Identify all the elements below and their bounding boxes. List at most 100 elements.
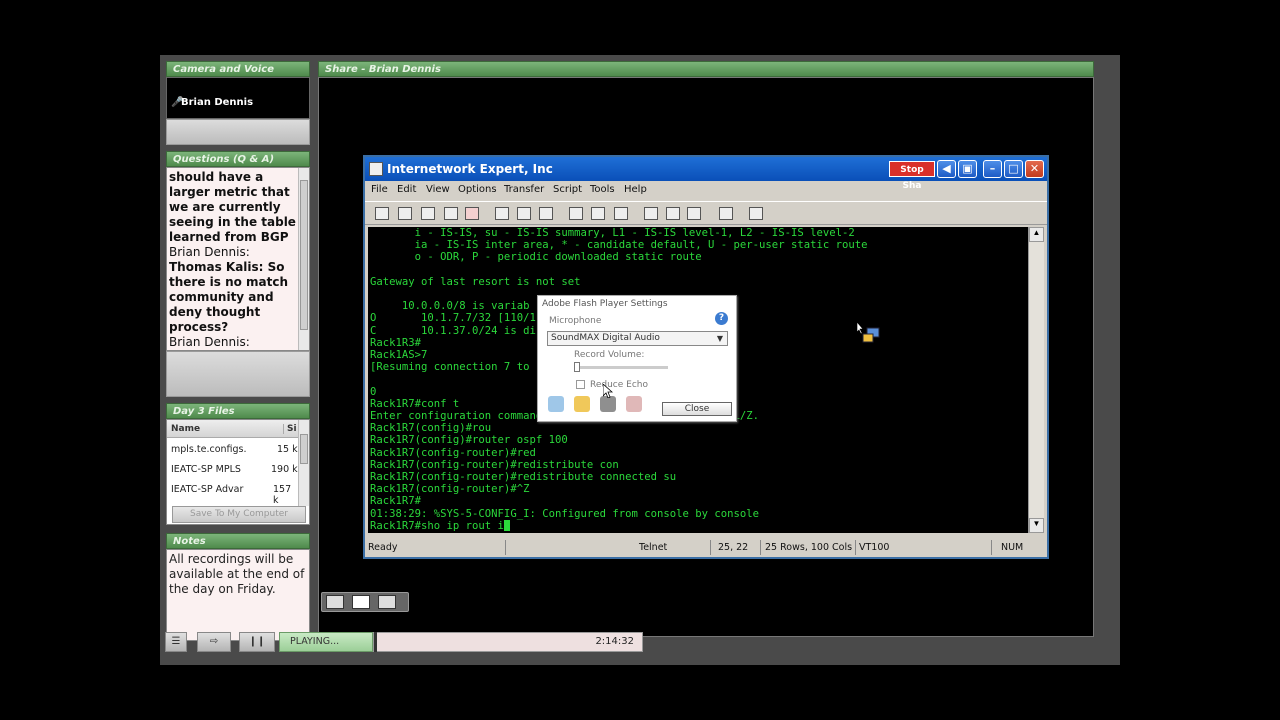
file-size: 190 k bbox=[271, 464, 298, 475]
privacy-tab-icon[interactable] bbox=[548, 396, 564, 412]
print-icon[interactable] bbox=[614, 207, 628, 220]
mouse-cursor-icon bbox=[603, 384, 613, 398]
view-split-icon[interactable] bbox=[378, 595, 396, 609]
copy-icon[interactable] bbox=[495, 207, 509, 220]
scroll-down-icon[interactable]: ▼ bbox=[1029, 518, 1044, 533]
settings-icon[interactable] bbox=[644, 207, 658, 220]
help-icon[interactable] bbox=[719, 207, 733, 220]
flash-dialog-title: Adobe Flash Player Settings bbox=[542, 299, 668, 309]
reduce-echo-label: Reduce Echo bbox=[590, 380, 648, 390]
playback-export-icon[interactable]: ⇨ bbox=[197, 632, 231, 652]
notes-text: All recordings will be available at the … bbox=[169, 552, 305, 596]
qa-line: process? bbox=[169, 320, 229, 334]
map-icon[interactable] bbox=[749, 207, 763, 220]
files-scrollbar[interactable] bbox=[298, 420, 309, 506]
files-col-size[interactable]: Si bbox=[283, 424, 297, 434]
minimize-button[interactable]: – bbox=[983, 160, 1002, 178]
qa-line: deny thought bbox=[169, 305, 261, 319]
terminal-cursor bbox=[503, 519, 510, 531]
reduce-echo-checkbox[interactable] bbox=[576, 380, 585, 389]
menu-tools[interactable]: Tools bbox=[590, 184, 615, 195]
microphone-select-value: SoundMAX Digital Audio bbox=[551, 333, 660, 343]
menu-options[interactable]: Options bbox=[458, 184, 497, 195]
record-volume-knob[interactable] bbox=[574, 362, 580, 372]
playback-menu-icon[interactable]: ☰ bbox=[165, 632, 187, 652]
playback-scrubber[interactable]: 2:14:32 bbox=[373, 632, 643, 652]
menu-bar: File Edit View Options Transfer Script T… bbox=[365, 181, 1047, 199]
menu-edit[interactable]: Edit bbox=[397, 184, 416, 195]
qa-line: seeing in the table bbox=[169, 215, 296, 229]
files-scroll-thumb[interactable] bbox=[300, 434, 308, 464]
menu-script[interactable]: Script bbox=[553, 184, 582, 195]
file-row[interactable]: IEATC-SP Advar 157 k bbox=[167, 484, 299, 506]
menu-view[interactable]: View bbox=[426, 184, 450, 195]
microphone-tab-icon[interactable] bbox=[600, 396, 616, 412]
camera-panel: 🎤 Brian Dennis bbox=[166, 77, 310, 119]
qa-line: Thomas Kalis: So bbox=[169, 260, 285, 274]
qa-messages: should have a larger metric that we are cu… bbox=[169, 170, 297, 350]
files-table-header: Name Si bbox=[167, 420, 299, 438]
key-icon[interactable] bbox=[687, 207, 701, 220]
pause-button[interactable]: ❙❙ bbox=[239, 632, 275, 652]
camera-video-area bbox=[166, 119, 310, 145]
status-ready: Ready bbox=[368, 542, 398, 553]
microphone-select[interactable]: SoundMAX Digital Audio ▼ bbox=[547, 331, 728, 346]
record-volume-slider[interactable] bbox=[574, 366, 668, 369]
status-num: NUM bbox=[1001, 542, 1024, 553]
flash-close-button[interactable]: Close bbox=[662, 402, 732, 416]
terminal-scrollbar[interactable]: ▲ ▼ bbox=[1028, 227, 1044, 533]
status-cursor-position: 25, 22 bbox=[718, 542, 749, 553]
send-icon[interactable] bbox=[569, 207, 583, 220]
share-control-icon[interactable]: ◀ bbox=[937, 160, 956, 178]
receive-icon[interactable] bbox=[591, 207, 605, 220]
files-col-name[interactable]: Name bbox=[171, 424, 200, 434]
qa-scroll-thumb[interactable] bbox=[300, 180, 308, 330]
menu-help[interactable]: Help bbox=[624, 184, 647, 195]
files-panel-header: Day 3 Files bbox=[166, 403, 310, 419]
notes-panel-header: Notes bbox=[166, 533, 310, 549]
flash-section-label: Microphone bbox=[549, 316, 602, 326]
flash-settings-dialog: Adobe Flash Player Settings Microphone ?… bbox=[537, 295, 737, 422]
help-icon[interactable]: ? bbox=[715, 312, 728, 325]
connect-icon[interactable] bbox=[375, 207, 389, 220]
stop-share-button[interactable]: Stop Sha bbox=[889, 161, 935, 191]
qa-input-area[interactable] bbox=[166, 351, 310, 397]
reconnect-icon[interactable] bbox=[444, 207, 458, 220]
maximize-button[interactable]: □ bbox=[1004, 160, 1023, 178]
session-icon[interactable] bbox=[421, 207, 435, 220]
view-minimize-icon[interactable] bbox=[326, 595, 344, 609]
playback-bar: ☰ ⇨ ❙❙ PLAYING... 2:14:32 bbox=[165, 632, 645, 652]
qa-scrollbar[interactable] bbox=[298, 168, 309, 350]
find-icon[interactable] bbox=[539, 207, 553, 220]
view-normal-icon[interactable] bbox=[352, 595, 370, 609]
share-window-icon[interactable]: ▣ bbox=[958, 160, 977, 178]
save-to-computer-button[interactable]: Save To My Computer bbox=[172, 506, 306, 523]
presenter-name: Brian Dennis bbox=[181, 97, 254, 108]
file-name: mpls.te.configs. bbox=[171, 444, 247, 455]
status-bar: Ready Telnet 25, 22 25 Rows, 100 Cols VT… bbox=[365, 539, 1047, 557]
playback-position-knob[interactable] bbox=[374, 632, 377, 652]
paste-icon[interactable] bbox=[517, 207, 531, 220]
chevron-down-icon[interactable]: ▼ bbox=[717, 332, 723, 345]
qa-panel-header: Questions (Q & A) bbox=[166, 151, 310, 167]
playback-time: 2:14:32 bbox=[595, 636, 634, 647]
menu-file[interactable]: File bbox=[371, 184, 388, 195]
share-panel-header: Share - Brian Dennis bbox=[318, 61, 1094, 77]
file-name: IEATC-SP Advar bbox=[171, 484, 244, 495]
notes-panel: All recordings will be available at the … bbox=[166, 549, 310, 641]
camera-panel-header: Camera and Voice bbox=[166, 61, 310, 77]
file-row[interactable]: mpls.te.configs. 15 k bbox=[167, 444, 299, 464]
scroll-up-icon[interactable]: ▲ bbox=[1029, 227, 1044, 242]
status-size: 25 Rows, 100 Cols bbox=[765, 542, 853, 553]
storage-tab-icon[interactable] bbox=[574, 396, 590, 412]
qa-line: larger metric that bbox=[169, 185, 290, 199]
qa-line: we are currently bbox=[169, 200, 281, 214]
options-icon[interactable] bbox=[666, 207, 680, 220]
camera-tab-icon[interactable] bbox=[626, 396, 642, 412]
qa-panel: should have a larger metric that we are cu… bbox=[166, 167, 310, 351]
menu-transfer[interactable]: Transfer bbox=[504, 184, 544, 195]
disconnect-icon[interactable] bbox=[465, 207, 479, 220]
file-row[interactable]: IEATC-SP MPLS 190 k bbox=[167, 464, 299, 484]
close-button[interactable]: ✕ bbox=[1025, 160, 1044, 178]
quick-connect-icon[interactable] bbox=[398, 207, 412, 220]
